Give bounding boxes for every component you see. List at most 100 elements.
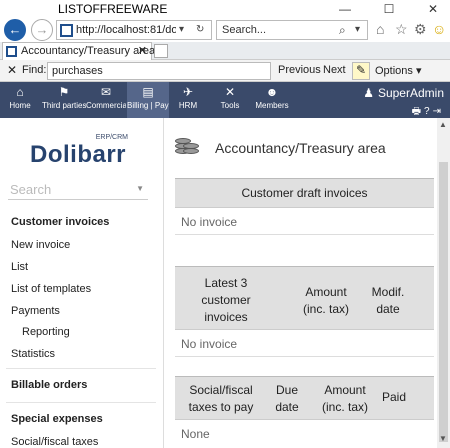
tools-icon: ✕ — [224, 85, 236, 99]
latest-invoices-box: Latest 3 customer invoices Amount (inc. … — [175, 266, 434, 358]
find-options-button[interactable]: Options ▾ — [375, 64, 422, 77]
back-arrow-icon: ← — [8, 22, 22, 37]
col-amount[interactable]: Amount (inc. tax) — [293, 284, 359, 318]
find-label: Find: — [22, 64, 47, 76]
latest-invoices-empty: No invoice — [181, 337, 238, 351]
menu-home-label: Home — [9, 101, 31, 110]
sidebar-item-customer-invoices[interactable]: Customer invoices — [11, 216, 109, 228]
sidebar-item-new-invoice[interactable]: New invoice — [11, 239, 70, 251]
menu-third-parties[interactable]: ⚑ Third parties — [42, 82, 86, 118]
coins-icon — [175, 134, 199, 156]
search-field[interactable]: Search... ⌕ ▾ — [216, 20, 368, 40]
draft-invoices-header: Customer draft invoices — [175, 178, 434, 208]
search-icon[interactable]: ⌕ — [339, 23, 346, 38]
find-previous-button[interactable]: Previous — [278, 64, 321, 76]
maximize-button[interactable]: ☐ — [374, 0, 404, 18]
search-placeholder: Search... — [222, 24, 267, 36]
tab-label: Accountancy/Treasury area — [21, 45, 156, 57]
sidebar-search-placeholder: Search — [10, 182, 52, 197]
dolibarr-logo[interactable]: ERP/CRM Dolibarr — [30, 134, 140, 174]
url-field[interactable]: http://localhost:81/dolibar ▾ ↻ — [56, 20, 212, 40]
minimize-button[interactable]: — — [330, 0, 360, 18]
find-close-icon[interactable]: ✕ — [7, 63, 17, 77]
scroll-up-icon[interactable]: ▲ — [439, 120, 447, 129]
menu-hrm-label: HRM — [178, 101, 198, 110]
url-text: http://localhost:81/dolibar — [76, 24, 176, 36]
sidebar-item-list[interactable]: List — [11, 261, 28, 273]
col-latest-invoices[interactable]: Latest 3 customer invoices — [181, 275, 271, 326]
col-paid[interactable]: Paid — [379, 390, 409, 404]
menu-billing-label: Billing | Payment — [127, 101, 169, 110]
tab-favicon-icon — [6, 46, 17, 57]
logout-icon[interactable]: ⇥ — [433, 106, 444, 117]
sidebar-item-reporting[interactable]: Reporting — [22, 326, 70, 338]
menu-hrm[interactable]: ✈ HRM — [174, 82, 202, 118]
highlight-all-icon[interactable]: ✎ — [352, 62, 370, 80]
help-icon[interactable]: ? — [424, 106, 433, 117]
user-name: SuperAdmin — [377, 86, 444, 100]
menu-third-parties-label: Third parties — [42, 101, 86, 110]
sidebar-item-billable-orders[interactable]: Billable orders — [11, 379, 87, 391]
tab-accountancy[interactable]: Accountancy/Treasury area ✕ — [2, 42, 156, 60]
chevron-down-icon: ▼ — [136, 184, 144, 193]
back-button[interactable]: ← — [4, 19, 26, 41]
col-due-date[interactable]: Due date — [269, 382, 305, 416]
forward-arrow-icon: → — [35, 22, 49, 37]
menu-members-label: Members — [255, 101, 289, 110]
close-window-button[interactable]: ✕ — [418, 0, 448, 18]
find-next-button[interactable]: Next — [323, 64, 346, 76]
menu-commercial-label: Commercial — [86, 101, 126, 110]
row-divider — [175, 356, 434, 357]
sidebar-item-statistics[interactable]: Statistics — [11, 348, 55, 360]
window-titlebar: LISTOFFREEWARE — ☐ ✕ — [0, 0, 450, 18]
col-amount[interactable]: Amount (inc. tax) — [315, 382, 375, 416]
main-content: Accountancy/Treasury area Customer draft… — [165, 118, 437, 448]
sidebar-divider — [6, 368, 156, 369]
scrollbar-thumb[interactable] — [439, 162, 448, 442]
menu-home[interactable]: ⌂ Home — [6, 82, 34, 118]
user-menu[interactable]: ♟ SuperAdmin — [363, 86, 444, 100]
menu-members[interactable]: ☻ Members — [252, 82, 292, 118]
window-title: LISTOFFREEWARE — [58, 2, 168, 16]
feedback-smiley-icon[interactable]: ☺ — [432, 21, 446, 37]
sidebar-search[interactable]: Search ▼ — [8, 180, 148, 200]
sidebar-item-payments[interactable]: Payments — [11, 305, 60, 317]
url-dropdown-icon[interactable]: ▾ — [179, 24, 184, 35]
forward-button[interactable]: → — [31, 19, 53, 41]
taxes-box: Social/fiscal taxes to pay Due date Amou… — [175, 376, 434, 448]
tab-bar: Accountancy/Treasury area ✕ — [0, 42, 450, 60]
draft-invoices-title[interactable]: Customer draft invoices — [175, 186, 434, 200]
home-icon[interactable]: ⌂ — [376, 21, 384, 37]
menu-commercial[interactable]: ✉ Commercial — [86, 82, 126, 118]
refresh-icon[interactable]: ↻ — [196, 24, 204, 35]
find-input[interactable]: purchases — [47, 62, 271, 80]
address-bar: ← → http://localhost:81/dolibar ▾ ↻ Sear… — [0, 18, 450, 42]
sidebar-item-list-templates[interactable]: List of templates — [11, 283, 91, 295]
menu-tools[interactable]: ✕ Tools — [216, 82, 244, 118]
print-icon[interactable]: 🖶 — [412, 106, 424, 117]
new-tab-button[interactable] — [154, 44, 168, 58]
scroll-down-icon[interactable]: ▼ — [439, 434, 447, 443]
draft-invoices-box: Customer draft invoices No invoice — [175, 178, 434, 236]
page-title: Accountancy/Treasury area — [215, 140, 386, 156]
site-favicon-icon — [60, 24, 73, 37]
favorites-star-icon[interactable]: ☆ — [395, 21, 408, 38]
main-menu: ⌂ Home ⚑ Third parties ✉ Commercial ▤ Bi… — [0, 82, 450, 118]
tab-close-icon[interactable]: ✕ — [138, 44, 147, 57]
col-social-fiscal-taxes[interactable]: Social/fiscal taxes to pay — [181, 382, 261, 416]
home-icon: ⌂ — [16, 85, 24, 99]
logo-name: Dolibarr — [30, 141, 127, 168]
vertical-scrollbar[interactable]: ▲ ▼ — [437, 118, 450, 448]
search-dropdown-icon[interactable]: ▾ — [355, 24, 360, 35]
logo-subtitle: ERP/CRM — [95, 134, 128, 141]
menu-tools-label: Tools — [220, 101, 240, 110]
left-sidebar: ERP/CRM Dolibarr Search ▼ Customer invoi… — [0, 118, 164, 448]
settings-gear-icon[interactable]: ⚙ — [414, 21, 427, 38]
plane-icon: ✈ — [182, 85, 194, 99]
flag-icon: ⚑ — [58, 85, 70, 99]
latest-invoices-header: Latest 3 customer invoices Amount (inc. … — [175, 266, 434, 330]
col-modif-date[interactable]: Modif. date — [365, 284, 411, 318]
sidebar-item-special-expenses[interactable]: Special expenses — [11, 413, 103, 425]
sidebar-item-social-fiscal-taxes[interactable]: Social/fiscal taxes — [11, 436, 98, 448]
menu-billing-payment[interactable]: ▤ Billing | Payment — [127, 82, 169, 118]
